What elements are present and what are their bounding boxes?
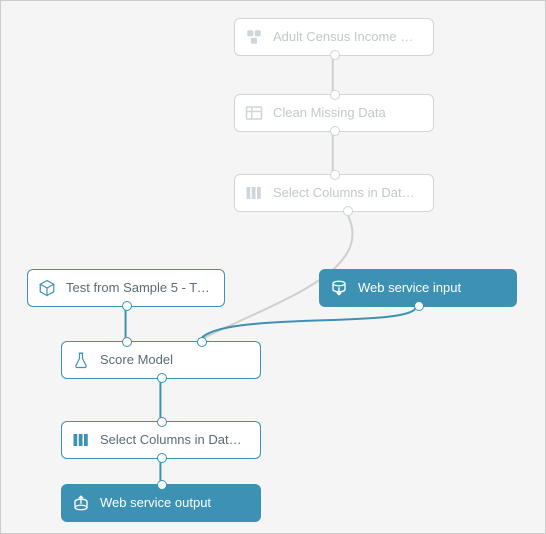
port-in-right[interactable] xyxy=(197,337,207,347)
port-out[interactable] xyxy=(122,301,132,311)
node-score-model[interactable]: Score Model xyxy=(61,341,261,379)
port-out[interactable] xyxy=(330,50,340,60)
port-out[interactable] xyxy=(157,453,167,463)
port-in[interactable] xyxy=(157,480,167,490)
port-out[interactable] xyxy=(343,206,353,216)
flask-icon xyxy=(72,351,90,369)
columns-icon xyxy=(72,431,90,449)
node-label: Select Columns in Dataset xyxy=(100,432,248,448)
node-clean-missing-data[interactable]: Clean Missing Data xyxy=(234,94,434,132)
node-label: Adult Census Income Binary C... xyxy=(273,29,421,45)
node-select-columns-bottom[interactable]: Select Columns in Dataset xyxy=(61,421,261,459)
cube-icon xyxy=(38,279,56,297)
port-out[interactable] xyxy=(414,301,424,311)
node-label: Web service input xyxy=(358,280,504,296)
node-label: Web service output xyxy=(100,495,248,511)
node-label: Score Model xyxy=(100,352,248,368)
node-label: Select Columns in Dataset xyxy=(273,185,421,201)
port-in[interactable] xyxy=(157,417,167,427)
node-label: Clean Missing Data xyxy=(273,105,421,121)
node-trained-model[interactable]: Test from Sample 5 - Training... xyxy=(27,269,225,307)
node-web-service-input[interactable]: Web service input xyxy=(319,269,517,307)
port-in[interactable] xyxy=(330,170,340,180)
node-web-service-output[interactable]: Web service output xyxy=(61,484,261,522)
port-out[interactable] xyxy=(330,126,340,136)
table-icon xyxy=(245,104,263,122)
node-label: Test from Sample 5 - Training... xyxy=(66,280,212,296)
ws-out-icon xyxy=(72,494,90,512)
pipeline-canvas[interactable]: Adult Census Income Binary C... Clean Mi… xyxy=(0,0,546,534)
node-dataset[interactable]: Adult Census Income Binary C... xyxy=(234,18,434,56)
dataset-icon xyxy=(245,28,263,46)
node-select-columns-top[interactable]: Select Columns in Dataset xyxy=(234,174,434,212)
ws-in-icon xyxy=(330,279,348,297)
columns-icon xyxy=(245,184,263,202)
port-in-left[interactable] xyxy=(122,337,132,347)
port-out[interactable] xyxy=(157,373,167,383)
port-in[interactable] xyxy=(330,90,340,100)
